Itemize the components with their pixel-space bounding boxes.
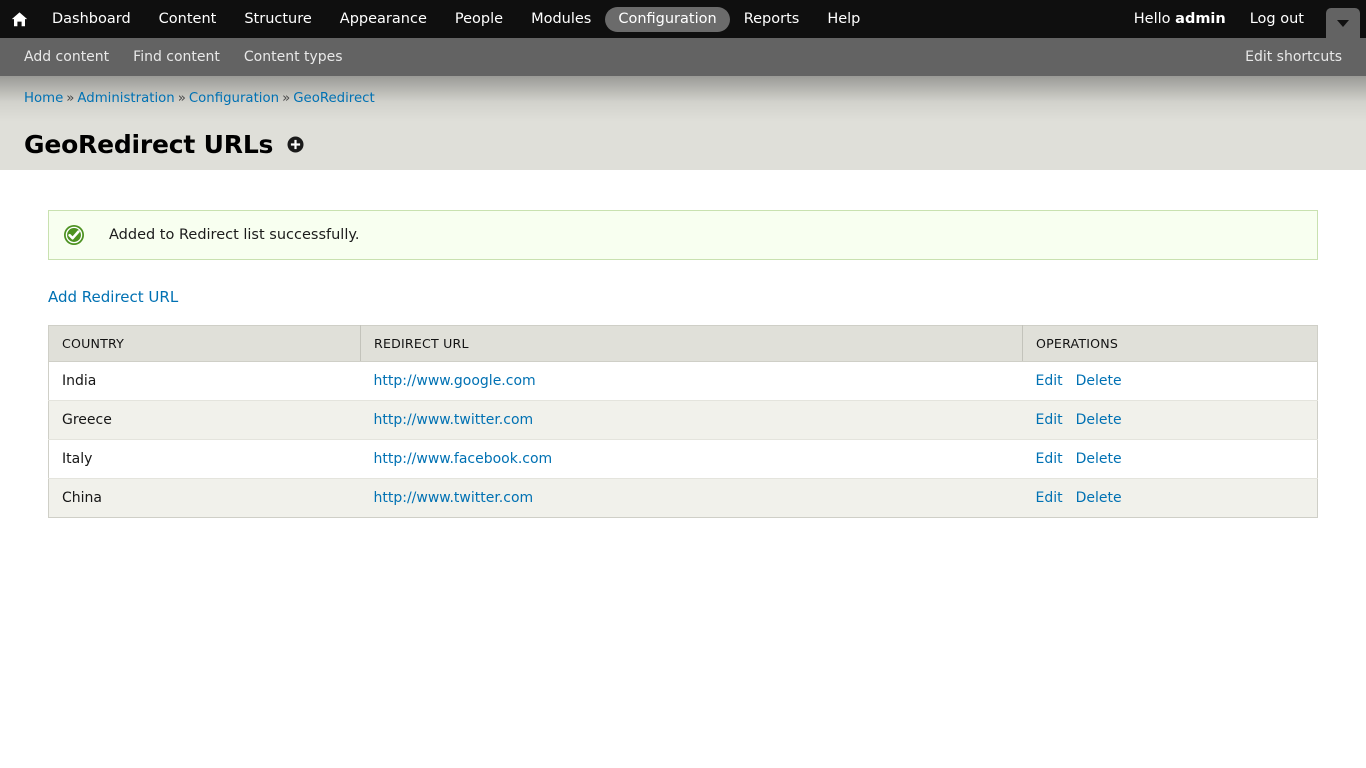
breadcrumb-item-configuration[interactable]: Configuration (189, 91, 279, 106)
cell-country: India (48, 361, 361, 401)
shortcut-bar: Add content Find content Content types E… (0, 38, 1366, 76)
table-row: Italy http://www.facebook.com Edit Delete (48, 439, 1318, 479)
cell-operations: Edit Delete (1022, 478, 1318, 518)
breadcrumb-separator: » (66, 91, 75, 106)
redirect-url-link[interactable]: http://www.google.com (374, 373, 536, 389)
toolbar-item-modules[interactable]: Modules (517, 0, 605, 38)
admin-toolbar: Dashboard Content Structure Appearance P… (0, 0, 1366, 38)
cell-operations: Edit Delete (1022, 361, 1318, 401)
redirect-url-link[interactable]: http://www.twitter.com (374, 412, 534, 428)
delete-link[interactable]: Delete (1076, 451, 1122, 467)
cell-redirect-url: http://www.google.com (360, 361, 1023, 401)
greeting-prefix: Hello (1133, 11, 1176, 27)
toolbar-item-configuration[interactable]: Configuration (605, 6, 730, 32)
breadcrumb-item-home[interactable]: Home (24, 91, 63, 106)
content-inner: Added to Redirect list successfully. Add… (48, 170, 1318, 518)
cell-operations: Edit Delete (1022, 439, 1318, 479)
page-title-row: GeoRedirect URLs (24, 113, 1342, 176)
greeting: Hello admin (1124, 0, 1236, 38)
cell-country: Italy (48, 439, 361, 479)
delete-link[interactable]: Delete (1076, 373, 1122, 389)
cell-operations: Edit Delete (1022, 400, 1318, 440)
success-check-icon (63, 224, 85, 246)
toolbar-item-content[interactable]: Content (145, 0, 231, 38)
edit-link[interactable]: Edit (1036, 490, 1063, 506)
shortcut-add-content[interactable]: Add content (12, 38, 121, 76)
username: admin (1175, 11, 1226, 27)
delete-link[interactable]: Delete (1076, 490, 1122, 506)
column-header-redirect-url: Redirect URL (360, 325, 1023, 362)
main-content: Added to Redirect list successfully. Add… (0, 170, 1366, 518)
table-row: China http://www.twitter.com Edit Delete (48, 478, 1318, 518)
breadcrumb-item-administration[interactable]: Administration (77, 91, 174, 106)
chevron-down-icon (1337, 19, 1349, 27)
delete-link[interactable]: Delete (1076, 412, 1122, 428)
shortcut-content-types[interactable]: Content types (232, 38, 355, 76)
toolbar-menu: Dashboard Content Structure Appearance P… (38, 0, 874, 38)
status-message-text: Added to Redirect list successfully. (109, 227, 360, 243)
table-body: India http://www.google.com Edit Delete G… (48, 361, 1318, 518)
table-head: Country Redirect URL Operations (48, 325, 1318, 362)
cell-country: Greece (48, 400, 361, 440)
table-row: Greece http://www.twitter.com Edit Delete (48, 400, 1318, 440)
edit-link[interactable]: Edit (1036, 373, 1063, 389)
logout-link[interactable]: Log out (1236, 0, 1318, 38)
toolbar-item-reports[interactable]: Reports (730, 0, 814, 38)
toolbar-item-dashboard[interactable]: Dashboard (38, 0, 145, 38)
toolbar-item-people[interactable]: People (441, 0, 517, 38)
breadcrumb-item-georedirect[interactable]: GeoRedirect (293, 91, 374, 106)
status-message: Added to Redirect list successfully. (48, 210, 1318, 260)
breadcrumb: Home» Administration» Configuration» GeoRed… (24, 76, 1342, 106)
add-redirect-url-link[interactable]: Add Redirect URL (48, 288, 178, 306)
toolbar-item-help[interactable]: Help (813, 0, 874, 38)
edit-shortcuts-link[interactable]: Edit shortcuts (1233, 38, 1354, 76)
column-header-operations: Operations (1022, 325, 1318, 362)
home-link[interactable] (0, 0, 38, 38)
table-row: India http://www.google.com Edit Delete (48, 361, 1318, 401)
cell-redirect-url: http://www.twitter.com (360, 478, 1023, 518)
table-header-row: Country Redirect URL Operations (48, 325, 1318, 362)
home-icon (11, 11, 28, 28)
edit-link[interactable]: Edit (1036, 412, 1063, 428)
page-header-band: Home» Administration» Configuration» GeoRed… (0, 76, 1366, 170)
cell-country: China (48, 478, 361, 518)
page-title: GeoRedirect URLs (24, 129, 274, 159)
cell-redirect-url: http://www.twitter.com (360, 400, 1023, 440)
cell-redirect-url: http://www.facebook.com (360, 439, 1023, 479)
column-header-country: Country (48, 325, 361, 362)
toolbar-item-structure[interactable]: Structure (230, 0, 325, 38)
add-shortcut-icon[interactable] (287, 136, 304, 153)
shortcut-find-content[interactable]: Find content (121, 38, 232, 76)
breadcrumb-separator: » (177, 91, 186, 106)
redirect-url-table: Country Redirect URL Operations India ht… (48, 325, 1318, 518)
toolbar-item-appearance[interactable]: Appearance (326, 0, 441, 38)
redirect-url-link[interactable]: http://www.twitter.com (374, 490, 534, 506)
toolbar-user-area: Hello admin Log out (1124, 0, 1366, 38)
redirect-url-link[interactable]: http://www.facebook.com (374, 451, 553, 467)
toolbar-toggle-button[interactable] (1326, 8, 1360, 38)
breadcrumb-separator: » (282, 91, 291, 106)
edit-link[interactable]: Edit (1036, 451, 1063, 467)
